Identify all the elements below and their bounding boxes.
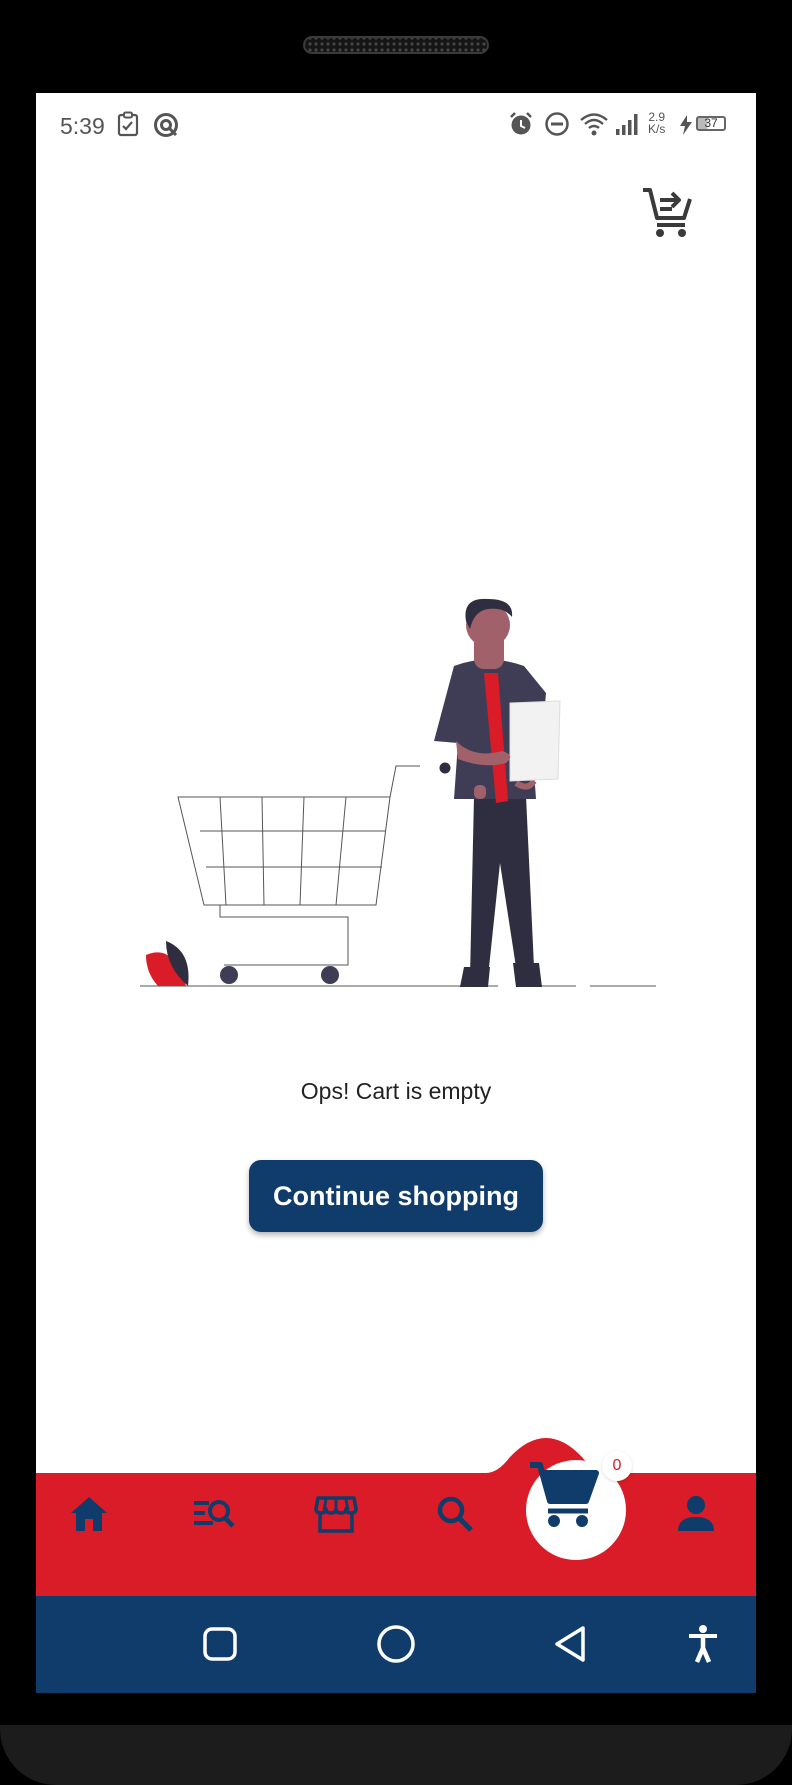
recents-icon[interactable] xyxy=(202,1624,238,1664)
network-speed: 2.9 K/s xyxy=(648,111,665,135)
do-not-disturb-icon xyxy=(545,112,569,136)
person-figure xyxy=(434,598,561,987)
wifi-icon xyxy=(580,113,608,136)
back-icon[interactable] xyxy=(550,1624,590,1664)
signal-icon xyxy=(616,114,638,135)
home-circle-icon[interactable] xyxy=(374,1624,418,1664)
status-bar: 5:39 2.9 K/s 37 xyxy=(36,93,756,157)
bottom-navigation-bar xyxy=(36,1438,756,1596)
system-navigation-bar xyxy=(36,1596,756,1693)
add-to-cart-icon[interactable] xyxy=(640,185,694,239)
phone-frame: 5:39 2.9 K/s 37 Ops! Cart is empty Conti… xyxy=(0,0,792,1785)
status-time: 5:39 xyxy=(60,113,105,139)
shopping-cart-drawing xyxy=(177,765,420,966)
person-icon[interactable] xyxy=(676,1493,716,1535)
empty-cart-message: Ops! Cart is empty xyxy=(300,1078,492,1104)
search-icon[interactable] xyxy=(434,1493,476,1535)
alarm-icon xyxy=(510,112,532,135)
accessibility-icon[interactable] xyxy=(686,1624,720,1664)
cart-icon[interactable] xyxy=(528,1461,600,1529)
empty-cart-illustration xyxy=(140,598,656,987)
battery-icon: 37 xyxy=(696,116,726,131)
store-icon[interactable] xyxy=(314,1493,358,1535)
list-search-icon[interactable] xyxy=(191,1493,237,1535)
cart-wheel xyxy=(220,966,238,984)
phone-chin xyxy=(0,1725,792,1785)
cart-count-badge: 0 xyxy=(602,1451,632,1481)
home-icon[interactable] xyxy=(68,1493,110,1535)
sync-icon xyxy=(154,113,178,137)
phone-speaker xyxy=(303,36,489,54)
cart-wheel xyxy=(321,966,339,984)
network-speed-unit: K/s xyxy=(648,122,666,136)
continue-shopping-button[interactable]: Continue shopping xyxy=(249,1160,543,1232)
clipboard-check-icon xyxy=(117,111,139,137)
charging-icon xyxy=(680,115,692,135)
app-screen: 5:39 2.9 K/s 37 Ops! Cart is empty Conti… xyxy=(36,93,756,1693)
